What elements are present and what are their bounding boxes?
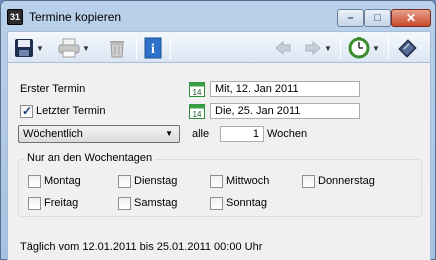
- interval-input[interactable]: 1: [220, 126, 264, 142]
- window-title: Termine kopieren: [29, 10, 122, 24]
- info-icon: i: [144, 37, 162, 59]
- weekday-checkbox-montag[interactable]: [28, 175, 41, 188]
- toolbar: ▼ ▼ i ▼ ▼: [7, 31, 431, 63]
- first-date-label: Erster Termin: [20, 83, 86, 95]
- dialog-window: 31 Termine kopieren – □ ✕ ▼ ▼ i ▼ ▼ Erst…: [0, 0, 436, 260]
- first-date-field[interactable]: Mit, 12. Jan 2011: [210, 81, 360, 97]
- clock-dropdown-icon[interactable]: ▼: [372, 44, 380, 53]
- dialog-content: Erster Termin 14 Mit, 12. Jan 2011 Letzt…: [7, 63, 431, 260]
- weekday-label-sonntag: Sonntag: [226, 197, 267, 209]
- print-icon: [58, 38, 80, 58]
- maximize-button[interactable]: □: [364, 9, 391, 27]
- toolbar-separator: [136, 37, 137, 59]
- close-button[interactable]: ✕: [391, 9, 431, 27]
- calendar-icon-day: 14: [193, 88, 202, 97]
- weekday-label-mittwoch: Mittwoch: [226, 175, 270, 187]
- last-date-field[interactable]: Die, 25. Jan 2011: [210, 103, 360, 119]
- interval-unit-label: Wochen: [267, 128, 308, 140]
- schedule-summary: Täglich vom 12.01.2011 bis 25.01.2011 00…: [20, 241, 263, 253]
- every-label: alle: [192, 128, 210, 140]
- back-arrow-icon: [275, 40, 291, 56]
- calendar-icon[interactable]: 14: [189, 103, 205, 119]
- weekdays-group-title: Nur an den Wochentagen: [24, 152, 156, 164]
- back-button[interactable]: [274, 36, 292, 60]
- recurrence-select[interactable]: Wöchentlich ▼: [18, 125, 180, 143]
- last-date-checkbox[interactable]: [20, 104, 33, 118]
- minimize-icon: –: [347, 12, 354, 24]
- delete-button[interactable]: [108, 36, 126, 60]
- clock-icon: [348, 37, 370, 59]
- forward-dropdown-icon[interactable]: ▼: [324, 44, 332, 53]
- calendar-icon[interactable]: 14: [189, 81, 205, 97]
- delete-icon: [110, 41, 124, 58]
- help-book-button[interactable]: [396, 36, 418, 60]
- calendar-icon-day: 14: [193, 110, 202, 119]
- info-button[interactable]: i: [144, 36, 162, 60]
- save-dropdown-icon[interactable]: ▼: [36, 44, 44, 53]
- weekday-checkbox-sonntag[interactable]: [210, 197, 223, 210]
- title-bar[interactable]: 31 Termine kopieren – □ ✕: [1, 1, 435, 31]
- weekday-checkbox-samstag[interactable]: [118, 197, 131, 210]
- weekday-label-samstag: Samstag: [134, 197, 178, 209]
- recurrence-selected: Wöchentlich: [23, 128, 83, 140]
- print-button[interactable]: ▼: [58, 36, 90, 60]
- info-icon-letter: i: [151, 42, 155, 57]
- weekday-checkbox-freitag[interactable]: [28, 197, 41, 210]
- weekday-checkbox-donnerstag[interactable]: [302, 175, 315, 188]
- weekday-label-dienstag: Dienstag: [134, 175, 178, 187]
- maximize-icon: □: [374, 12, 381, 24]
- chevron-down-icon: ▼: [165, 129, 173, 138]
- weekday-label-montag: Montag: [44, 175, 81, 187]
- forward-arrow-icon: [305, 40, 321, 56]
- save-icon: [15, 39, 33, 57]
- toolbar-separator: [340, 37, 341, 59]
- calendar-app-icon: 31: [7, 9, 23, 25]
- toolbar-separator: [388, 37, 389, 59]
- toolbar-separator: [170, 37, 171, 59]
- weekday-label-donnerstag: Donnerstag: [318, 175, 375, 187]
- forward-button[interactable]: ▼: [304, 36, 332, 60]
- weekday-checkbox-mittwoch[interactable]: [210, 175, 223, 188]
- print-dropdown-icon[interactable]: ▼: [82, 44, 90, 53]
- minimize-button[interactable]: –: [337, 9, 364, 27]
- weekday-label-freitag: Freitag: [44, 197, 79, 209]
- book-icon: [398, 39, 417, 58]
- last-date-label: Letzter Termin: [36, 105, 106, 117]
- clock-button[interactable]: ▼: [348, 36, 380, 60]
- weekday-checkbox-dienstag[interactable]: [118, 175, 131, 188]
- save-button[interactable]: ▼: [14, 36, 44, 60]
- close-icon: ✕: [405, 11, 417, 25]
